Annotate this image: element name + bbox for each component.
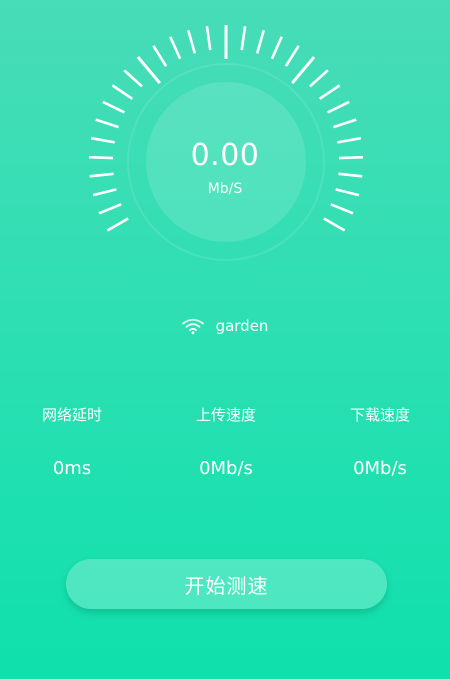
- stat-latency: 网络延时 0ms: [12, 404, 132, 481]
- speed-unit: Mb/S: [207, 181, 243, 197]
- download-value: 0Mb/s: [353, 458, 407, 479]
- gauge-tick: [326, 100, 350, 114]
- gauge-tick: [323, 217, 346, 232]
- gauge-tick: [111, 84, 134, 100]
- network-info: garden: [0, 314, 450, 338]
- gauge-tick: [123, 69, 143, 88]
- start-button-label: 开始测速: [184, 573, 269, 598]
- gauge-tick: [186, 29, 197, 54]
- gauge-tick: [309, 69, 329, 88]
- gauge-tick: [291, 56, 316, 85]
- speed-test-screen: 0.00 Mb/S garden 网络延时 0ms 上传速度 0Mb/s 下载速…: [0, 0, 450, 679]
- gauge-tick: [255, 29, 266, 54]
- gauge-tick: [338, 172, 363, 178]
- gauge-tick: [330, 203, 354, 215]
- stat-upload: 上传速度 0Mb/s: [166, 404, 286, 481]
- gauge-tick: [136, 56, 161, 85]
- gauge-tick: [270, 36, 283, 60]
- stat-download: 下载速度 0Mb/s: [320, 404, 440, 481]
- latency-value: 0ms: [52, 458, 92, 479]
- gauge-tick: [152, 45, 168, 67]
- gauge-tick: [205, 26, 212, 51]
- gauge-tick: [169, 36, 182, 60]
- gauge-tick: [102, 100, 126, 114]
- gauge-tick: [240, 26, 247, 51]
- start-speed-test-button[interactable]: 开始测速: [66, 559, 387, 609]
- download-label: 下载速度: [349, 406, 410, 424]
- gauge-tick: [106, 217, 129, 232]
- stats-panel: 网络延时 0ms 上传速度 0Mb/s 下载速度 0Mb/s: [0, 404, 450, 484]
- gauge-tick: [89, 172, 114, 178]
- gauge-tick: [318, 84, 341, 100]
- gauge-tick: [333, 118, 357, 129]
- gauge-tick: [95, 118, 119, 129]
- gauge-tick: [98, 203, 122, 215]
- speed-value: 0.00: [190, 138, 260, 173]
- latency-label: 网络延时: [41, 406, 102, 424]
- upload-value: 0Mb/s: [199, 458, 253, 479]
- gauge-tick: [284, 45, 300, 67]
- upload-label: 上传速度: [195, 406, 256, 424]
- wifi-icon: [181, 318, 204, 335]
- network-ssid: garden: [215, 317, 269, 335]
